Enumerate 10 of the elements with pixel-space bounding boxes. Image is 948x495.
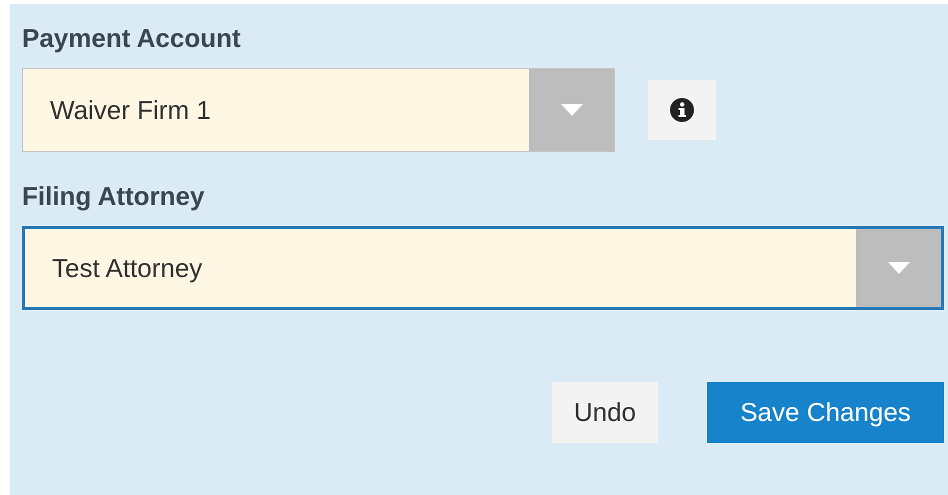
undo-button[interactable]: Undo [552,382,658,443]
caret-icon [560,104,582,116]
field-label: Payment Account [22,22,242,54]
dropdown-field[interactable]: Test Attorney [22,226,944,310]
save-button[interactable]: Save Changes [707,382,944,443]
field-label: Filing Attorney [22,180,206,212]
caret-icon [888,262,910,274]
info-button[interactable] [648,80,716,140]
info-icon [670,98,694,122]
dropdown-field[interactable]: Waiver Firm 1 [22,68,615,152]
